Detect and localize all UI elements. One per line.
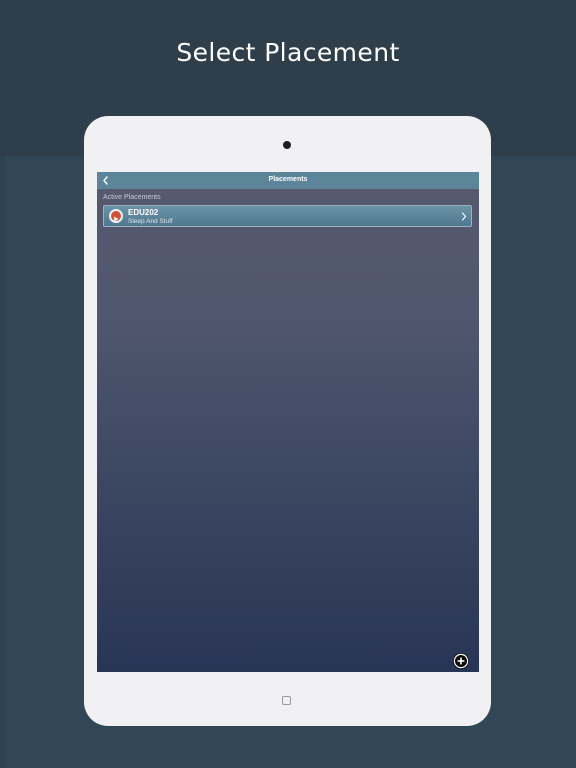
tablet-frame: Placements Active Placements EDU202 Slee… bbox=[84, 116, 491, 726]
placement-code: EDU202 bbox=[128, 208, 159, 217]
section-label: Active Placements bbox=[103, 194, 161, 201]
background-edge bbox=[0, 156, 6, 768]
page-title: Placements bbox=[268, 176, 308, 183]
navigation-bar: Placements bbox=[97, 172, 479, 189]
home-button[interactable] bbox=[282, 696, 291, 705]
placement-icon bbox=[109, 209, 123, 223]
placement-row[interactable]: EDU202 Sleep And Stuff bbox=[103, 205, 472, 227]
app-screen: Placements Active Placements EDU202 Slee… bbox=[97, 172, 479, 672]
headline: Select Placement bbox=[176, 38, 400, 67]
camera-icon bbox=[283, 141, 291, 149]
add-placement-button[interactable] bbox=[453, 653, 469, 669]
placement-name: Sleep And Stuff bbox=[128, 218, 173, 225]
plus-circle-icon bbox=[453, 653, 469, 669]
chevron-right-icon bbox=[461, 212, 467, 221]
